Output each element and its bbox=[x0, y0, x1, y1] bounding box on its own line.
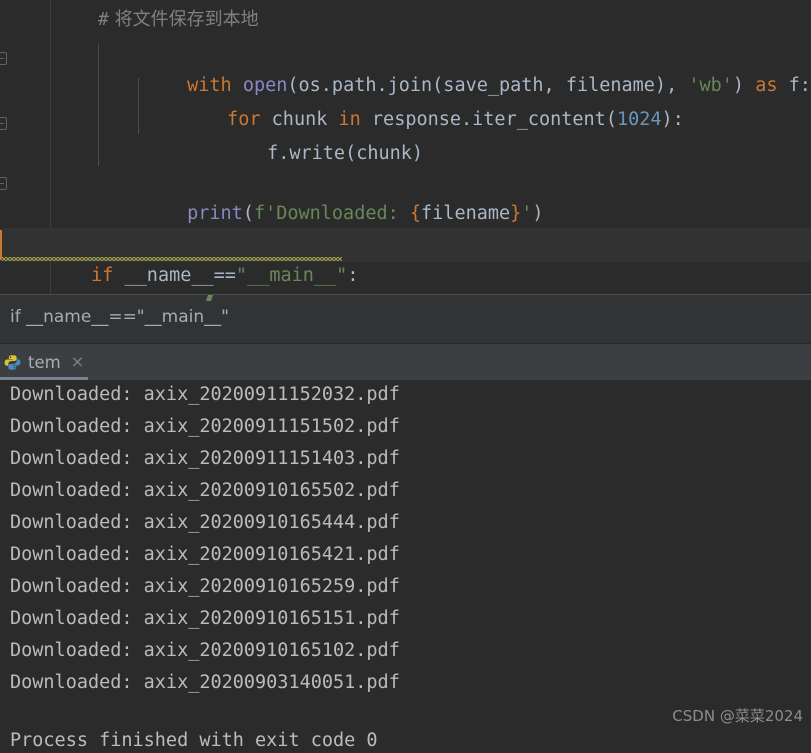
console-line: Downloaded: axix_20200911151502.pdf bbox=[10, 416, 400, 437]
code-line-with-open: with open(os.path.join(save_path, filena… bbox=[98, 38, 811, 96]
quote-end: ' bbox=[521, 203, 533, 224]
kw-as: as bbox=[755, 75, 778, 96]
kw-if: if bbox=[91, 265, 114, 286]
console-line: Downloaded: axix_20200910165102.pdf bbox=[10, 640, 400, 661]
comment-hash: # bbox=[98, 9, 109, 30]
breadcrumb-marker-icon bbox=[206, 295, 213, 301]
code-line-print: print(f'Downloaded: {filename}') bbox=[98, 166, 543, 224]
fn-print: print bbox=[187, 203, 243, 224]
num-1024: 1024 bbox=[616, 109, 662, 130]
tab-tem[interactable]: tem × bbox=[0, 344, 88, 380]
comment-body: 将文件保存到本地 bbox=[108, 9, 259, 30]
var-f: f: bbox=[777, 75, 811, 96]
colon: : bbox=[347, 265, 359, 286]
console-line: Downloaded: axix_20200910165502.pdf bbox=[10, 480, 400, 501]
paren-colon: ): bbox=[661, 109, 684, 130]
code-text-area[interactable]: # 将文件保存到本地 with open(os.path.join(save_p… bbox=[0, 0, 811, 294]
code-line-main-guard: if __name__=="__main__": bbox=[2, 228, 358, 286]
brace-close: } bbox=[510, 203, 522, 224]
code-line-comment: # 将文件保存到本地 bbox=[98, 4, 259, 36]
console-line: Downloaded: axix_20200911152032.pdf bbox=[10, 384, 400, 405]
console-line: Downloaded: axix_20200910165151.pdf bbox=[10, 608, 400, 629]
op-eq: == bbox=[213, 265, 236, 286]
fold-marker-icon[interactable] bbox=[0, 117, 7, 130]
fold-marker-icon[interactable] bbox=[0, 52, 7, 65]
str-main: "__main__" bbox=[235, 265, 348, 286]
paren-open: ( bbox=[242, 203, 254, 224]
watermark: CSDN @菜菜2024 bbox=[672, 707, 803, 725]
paren-close: ) bbox=[732, 75, 756, 96]
code-line-f-write: f.write(chunk) bbox=[178, 106, 423, 164]
python-icon bbox=[4, 354, 21, 371]
call-f-write: f.write(chunk) bbox=[267, 143, 424, 164]
close-icon[interactable]: × bbox=[71, 354, 84, 370]
console-line-exit-status: Process finished with exit code 0 bbox=[10, 730, 378, 751]
pycharm-window: # 将文件保存到本地 with open(os.path.join(save_p… bbox=[0, 0, 811, 753]
dunder-name: __name__ bbox=[113, 265, 214, 286]
inspection-squiggle bbox=[2, 257, 342, 261]
str-wb: 'wb' bbox=[688, 75, 733, 96]
breadcrumb-path[interactable]: if __name__=="__main__" bbox=[10, 307, 229, 327]
console-line: Downloaded: axix_20200910165259.pdf bbox=[10, 576, 400, 597]
console-line: Downloaded: axix_20200910165444.pdf bbox=[10, 512, 400, 533]
console-line: Downloaded: axix_20200910165421.pdf bbox=[10, 544, 400, 565]
fold-marker-icon[interactable] bbox=[0, 177, 7, 190]
code-line-for-chunk: for chunk in response.iter_content(1024)… bbox=[138, 72, 684, 130]
var-filename: filename bbox=[421, 203, 511, 224]
paren-end: ) bbox=[532, 203, 544, 224]
console-line: Downloaded: axix_20200911151403.pdf bbox=[10, 448, 400, 469]
code-editor[interactable]: # 将文件保存到本地 with open(os.path.join(save_p… bbox=[0, 0, 811, 294]
brace-open: { bbox=[409, 203, 422, 224]
breadcrumb-bar[interactable]: if __name__=="__main__" bbox=[0, 294, 811, 344]
tab-label: tem bbox=[28, 352, 61, 372]
run-toolwindow-tabs[interactable]: tem × bbox=[0, 344, 811, 380]
fstring-prefix: f'Downloaded: bbox=[253, 203, 410, 224]
run-console-output[interactable]: Downloaded: axix_20200911152032.pdf Down… bbox=[0, 380, 811, 753]
console-line: Downloaded: axix_20200903140051.pdf bbox=[10, 672, 400, 693]
